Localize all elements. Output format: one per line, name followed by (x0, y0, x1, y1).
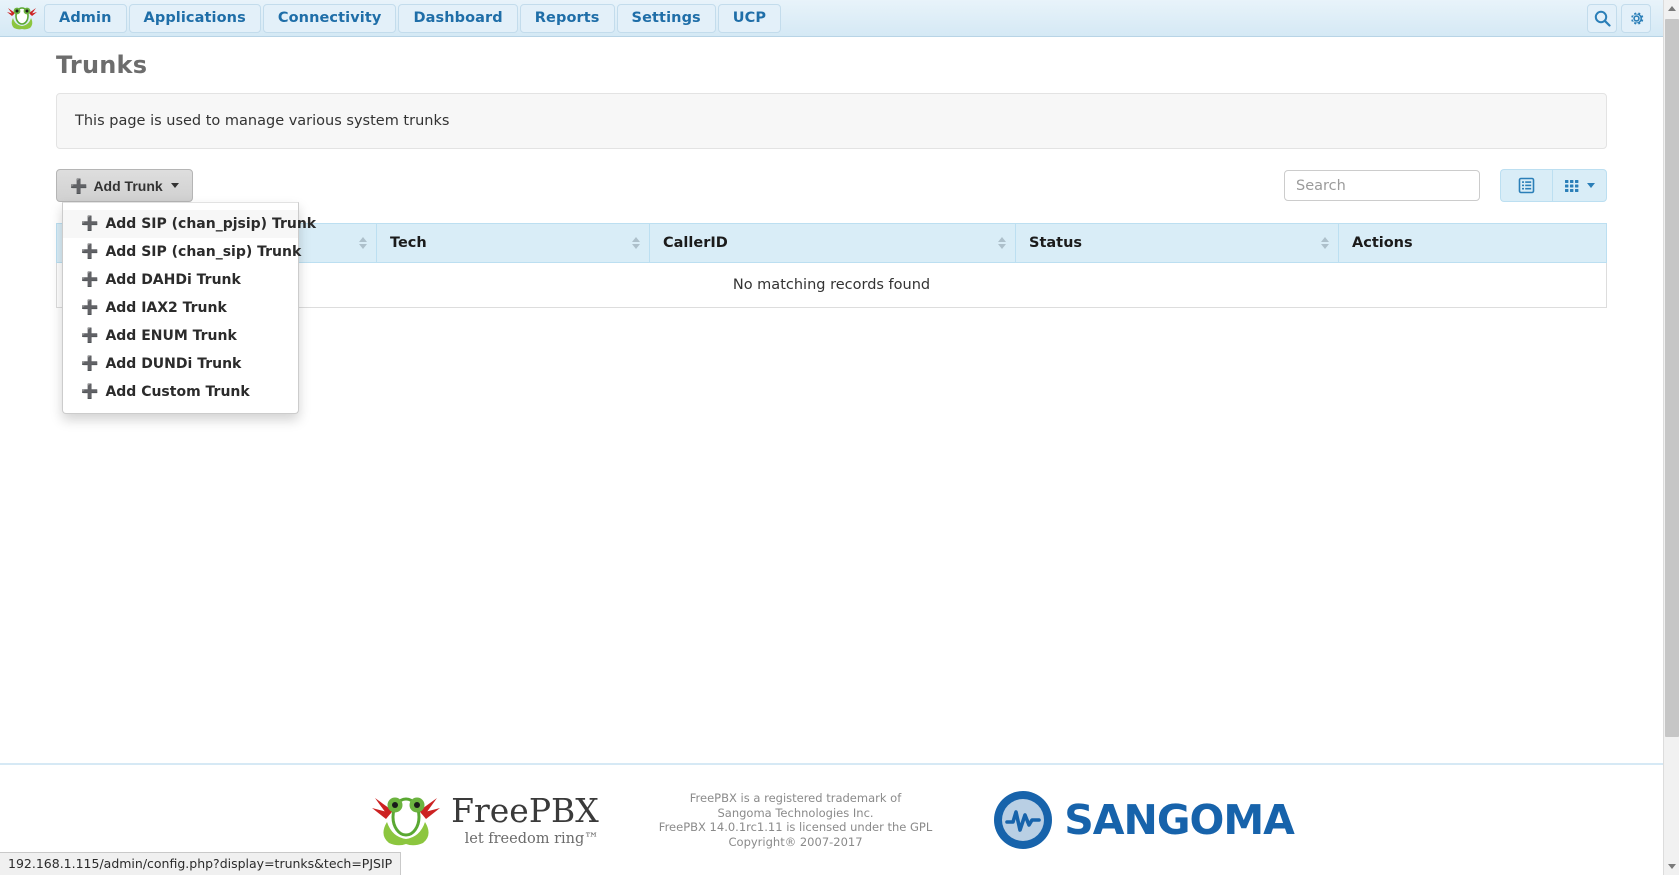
add-trunk-dropdown-menu: ➕ Add SIP (chan_pjsip) Trunk ➕ Add SIP (… (62, 202, 316, 414)
freepbx-frog-icon (372, 797, 441, 846)
gear-icon[interactable] (1621, 3, 1651, 33)
dropdown-item-label: Add Custom Trunk (105, 384, 250, 400)
plus-icon: ➕ (81, 328, 99, 344)
sort-icon (998, 237, 1006, 249)
navbar-menu: Admin Applications Connectivity Dashboar… (44, 0, 782, 37)
legal-line-4: Copyright® 2007-2017 (728, 834, 863, 849)
dropdown-item-label: Add ENUM Trunk (105, 328, 237, 344)
sort-icon (632, 237, 640, 249)
dropdown-item-add-sip-pjsip-trunk[interactable]: ➕ Add SIP (chan_pjsip) Trunk (63, 210, 316, 238)
nav-item-label: Settings (631, 10, 701, 26)
toolbar-right-group (1284, 169, 1607, 202)
column-header-label: Tech (390, 235, 427, 251)
sort-icon (359, 237, 367, 249)
info-panel-text: This page is used to manage various syst… (75, 113, 450, 129)
footer-legal-text: FreePBX is a registered trademark of San… (659, 791, 932, 849)
dropdown-item-label: Add DAHDi Trunk (105, 272, 241, 288)
column-header-label: Actions (1352, 235, 1413, 251)
scroll-down-arrow-icon[interactable] (1664, 858, 1679, 875)
plus-icon: ➕ (81, 300, 99, 316)
freepbx-tagline: let freedom ring™ (464, 830, 599, 847)
column-header-label: CallerID (663, 235, 728, 251)
nav-item-dashboard[interactable]: Dashboard (398, 3, 518, 33)
freepbx-wordmark: FreePBX (451, 790, 599, 830)
grid-columns-icon[interactable] (1552, 169, 1607, 202)
nav-item-applications[interactable]: Applications (128, 3, 261, 33)
scrollbar-thumb[interactable] (1665, 19, 1679, 737)
freepbx-frog-logo[interactable] (0, 0, 44, 37)
dropdown-item-add-sip-chansip-trunk[interactable]: ➕ Add SIP (chan_sip) Trunk (63, 238, 302, 266)
dropdown-item-label: Add IAX2 Trunk (105, 300, 227, 316)
nav-item-label: Admin (59, 10, 112, 26)
dropdown-item-label: Add SIP (chan_sip) Trunk (105, 244, 302, 260)
page-body: Trunks This page is used to manage vario… (0, 37, 1663, 875)
add-trunk-button[interactable]: ➕ Add Trunk (56, 169, 193, 202)
nav-item-connectivity[interactable]: Connectivity (262, 3, 397, 33)
chevron-down-icon (1587, 183, 1595, 188)
nav-item-settings[interactable]: Settings (616, 3, 716, 33)
column-header-callerid[interactable]: CallerID (649, 223, 1016, 263)
legal-line-1: FreePBX is a registered trademark of (689, 791, 902, 805)
plus-icon: ➕ (70, 177, 88, 194)
browser-status-bar: 192.168.1.115/admin/config.php?display=t… (0, 852, 402, 875)
dropdown-item-add-dundi-trunk[interactable]: ➕ Add DUNDi Trunk (63, 350, 298, 378)
dropdown-item-label: Add SIP (chan_pjsip) Trunk (105, 216, 317, 232)
top-navbar: Admin Applications Connectivity Dashboar… (0, 0, 1663, 37)
plus-icon: ➕ (81, 216, 99, 232)
add-trunk-label: Add Trunk (93, 177, 163, 194)
sangoma-mark-icon (994, 791, 1053, 849)
dropdown-item-add-iax2-trunk[interactable]: ➕ Add IAX2 Trunk (63, 294, 298, 322)
vertical-scrollbar[interactable] (1663, 0, 1679, 875)
dropdown-item-add-enum-trunk[interactable]: ➕ Add ENUM Trunk (63, 322, 298, 350)
freepbx-footer-logo: FreePBX let freedom ring™ (369, 792, 599, 848)
sort-icon (1321, 237, 1329, 249)
page-title: Trunks (56, 51, 148, 79)
nav-item-admin[interactable]: Admin (44, 3, 127, 33)
page-content: Trunks This page is used to manage vario… (0, 51, 1663, 414)
info-panel: This page is used to manage various syst… (56, 93, 1607, 149)
scroll-up-arrow-icon[interactable] (1664, 0, 1679, 17)
nav-item-label: Reports (534, 10, 600, 26)
column-header-status[interactable]: Status (1015, 223, 1339, 263)
chevron-down-icon (170, 183, 179, 188)
plus-icon: ➕ (81, 244, 99, 260)
view-button-group (1500, 169, 1607, 202)
column-header-tech[interactable]: Tech (376, 223, 650, 263)
nav-item-reports[interactable]: Reports (519, 3, 615, 33)
column-header-label: Status (1029, 235, 1083, 251)
plus-icon: ➕ (81, 356, 99, 372)
plus-icon: ➕ (81, 272, 99, 288)
sangoma-wordmark: SANGOMA (1064, 795, 1295, 844)
sangoma-footer-logo: SANGOMA (992, 789, 1295, 851)
table-toolbar: ➕ Add Trunk ➕ Add SIP (chan_pjsip) Trunk… (56, 169, 1607, 414)
dropdown-item-add-dahdi-trunk[interactable]: ➕ Add DAHDi Trunk (63, 266, 298, 294)
search-input[interactable] (1284, 170, 1480, 201)
legal-line-2: Sangoma Technologies Inc. (717, 805, 874, 820)
list-view-icon[interactable] (1500, 169, 1552, 202)
nav-item-label: Applications (143, 10, 246, 26)
nav-item-label: Connectivity (277, 10, 382, 26)
nav-item-ucp[interactable]: UCP (717, 3, 782, 33)
nav-item-label: Dashboard (413, 10, 503, 26)
search-icon[interactable] (1587, 3, 1617, 33)
dropdown-item-label: Add DUNDi Trunk (105, 356, 242, 372)
page-footer: FreePBX let freedom ring™ FreePBX is a r… (0, 763, 1663, 851)
dropdown-item-add-custom-trunk[interactable]: ➕ Add Custom Trunk (63, 378, 298, 406)
nav-item-label: UCP (732, 10, 767, 26)
legal-line-3: FreePBX 14.0.1rc1.11 is licensed under t… (658, 820, 933, 834)
plus-icon: ➕ (81, 384, 99, 400)
navbar-actions (1587, 3, 1663, 33)
column-header-actions: Actions (1338, 223, 1607, 263)
